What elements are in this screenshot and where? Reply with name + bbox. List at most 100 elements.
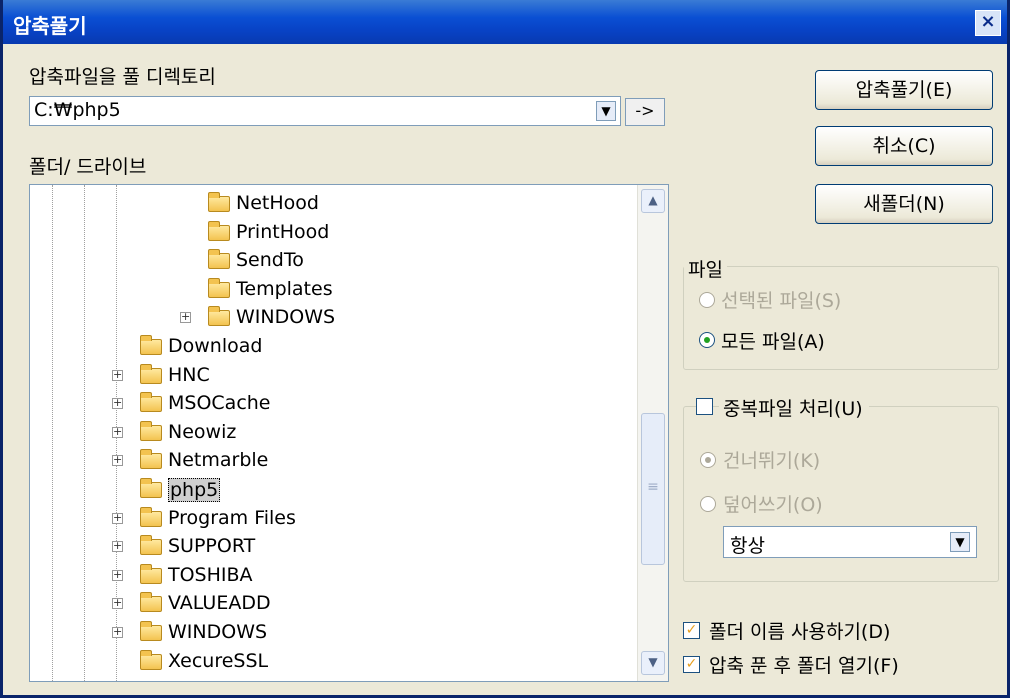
tree-item-label: HNC [168, 363, 210, 386]
tree-item-label: MSOCache [168, 392, 271, 415]
tree-item[interactable]: SendTo [30, 248, 630, 276]
overwrite-radio[interactable] [700, 496, 716, 512]
scroll-down-button[interactable]: ▼ [641, 651, 665, 675]
folder-icon [208, 306, 230, 327]
tree-item[interactable]: + WINDOWS [30, 620, 630, 648]
folder-icon [140, 563, 162, 584]
use-folder-name-checkbox[interactable]: ✓ [683, 622, 700, 639]
all-files-label: 모든 파일(A) [721, 331, 825, 353]
title-bar[interactable]: 압축풀기 × [3, 0, 1007, 44]
tree-item[interactable]: NetHood [30, 191, 630, 219]
tree-item-label: Download [168, 335, 263, 357]
duplicate-handling-label: 중복파일 처리(U) [719, 394, 869, 421]
extract-dialog: 압축풀기 × 압축파일을 풀 디렉토리 C:₩php5 ▼ -> 폴더/ 드라이… [0, 0, 1010, 698]
tree-item-label: NetHood [236, 192, 319, 214]
expand-icon[interactable]: + [112, 369, 123, 381]
tree-item[interactable]: + VALUEADD [30, 591, 630, 619]
tree-item-label: SUPPORT [168, 535, 256, 558]
tree-item[interactable]: + Netmarble [30, 448, 630, 476]
folder-icon [140, 649, 162, 670]
tree-item-label: TOSHIBA [168, 563, 253, 586]
tree-item-label: WINDOWS [236, 306, 336, 329]
tree-item[interactable]: + TOSHIBA [30, 563, 630, 591]
tree-item-label: VALUEADD [168, 592, 271, 615]
selected-files-radio[interactable] [699, 292, 715, 308]
expand-icon[interactable]: + [112, 512, 123, 524]
tree-item-label: SendTo [236, 249, 304, 272]
radio-dot [705, 457, 711, 463]
expand-icon[interactable]: + [112, 597, 123, 610]
folder-icon [140, 478, 162, 498]
tree-item[interactable]: Templates [30, 277, 630, 305]
folder-icon [208, 220, 230, 241]
scroll-up-button[interactable]: ▲ [641, 189, 665, 213]
files-group: 파일 [683, 255, 999, 370]
close-button[interactable]: × [975, 10, 1001, 36]
target-path-input[interactable]: C:₩php5 ▼ [29, 96, 621, 126]
tree-item-label: Neowiz [168, 420, 237, 443]
tree-item[interactable]: + Program Files [30, 506, 630, 534]
expand-icon[interactable]: + [112, 540, 123, 553]
open-after-checkbox[interactable]: ✓ [683, 656, 700, 673]
duplicate-mode-select[interactable]: 항상 ▼ [723, 526, 977, 558]
scroll-thumb[interactable]: ≡ [641, 413, 665, 565]
folder-icon [140, 535, 162, 556]
folder-tree[interactable]: NetHood PrintHood SendTo Templates + WINDOWS D… [29, 184, 669, 682]
tree-item[interactable]: Download [30, 334, 630, 362]
folder-drive-label: 폴더/ 드라이브 [29, 156, 147, 178]
folder-icon [208, 277, 230, 298]
tree-item[interactable]: XecureSSL [30, 649, 630, 677]
selected-files-label: 선택된 파일(S) [721, 290, 842, 312]
window-title: 압축풀기 [13, 14, 87, 38]
duplicate-mode-dropdown-button[interactable]: ▼ [950, 532, 970, 552]
tree-item[interactable]: + HNC [30, 363, 630, 391]
tree-item[interactable]: PrintHood [30, 220, 630, 248]
radio-dot [704, 337, 710, 343]
files-group-legend: 파일 [684, 255, 727, 282]
go-button[interactable]: -> [625, 98, 665, 126]
tree-item-label: php5 [168, 478, 221, 502]
duplicate-mode-value: 항상 [730, 535, 765, 557]
open-after-label: 압축 푼 후 폴더 열기(F) [709, 655, 899, 677]
tree-item[interactable]: + SUPPORT [30, 534, 630, 562]
folder-icon [140, 335, 162, 355]
folder-icon [140, 621, 162, 641]
extract-button[interactable]: 압축풀기(E) [815, 70, 993, 110]
all-files-radio[interactable] [699, 332, 715, 348]
tree-item-label: Program Files [168, 506, 296, 529]
tree-item-label: Templates [236, 277, 333, 300]
tree-item[interactable]: + WINDOWS [30, 305, 630, 333]
expand-icon[interactable]: + [112, 454, 123, 467]
folder-icon [140, 363, 162, 384]
tree-item[interactable]: + Neowiz [30, 420, 630, 448]
folder-icon [208, 192, 230, 212]
overwrite-label: 덮어쓰기(O) [723, 494, 823, 516]
tree-item-label: Netmarble [168, 449, 269, 472]
new-folder-button[interactable]: 새폴더(N) [815, 184, 993, 224]
expand-icon[interactable]: + [112, 426, 123, 438]
folder-icon [140, 392, 162, 413]
target-directory-label: 압축파일을 풀 디렉토리 [29, 66, 216, 88]
expand-icon[interactable]: + [112, 626, 123, 638]
cancel-button[interactable]: 취소(C) [815, 126, 993, 166]
expand-icon[interactable]: + [180, 311, 191, 324]
tree-item-label: XecureSSL [168, 649, 269, 672]
folder-icon [140, 592, 162, 613]
tree-item[interactable]: + MSOCache [30, 391, 630, 419]
duplicate-handling-checkbox[interactable] [696, 398, 713, 415]
expand-icon[interactable]: + [112, 569, 123, 581]
tree-item-label: PrintHood [236, 220, 330, 243]
folder-icon [140, 420, 162, 441]
path-dropdown-button[interactable]: ▼ [596, 101, 616, 121]
folder-icon [140, 449, 162, 470]
target-path-value: C:₩php5 [34, 99, 121, 121]
skip-radio[interactable] [700, 452, 716, 468]
tree-item[interactable]: php5 [30, 477, 630, 505]
expand-icon[interactable]: + [112, 397, 123, 410]
folder-icon [208, 249, 230, 270]
use-folder-name-label: 폴더 이름 사용하기(D) [709, 621, 891, 643]
skip-label: 건너뛰기(K) [723, 450, 821, 472]
folder-icon [140, 506, 162, 527]
tree-scrollbar[interactable]: ▲ ≡ ▼ [637, 185, 668, 681]
tree-item-label: WINDOWS [168, 621, 268, 643]
